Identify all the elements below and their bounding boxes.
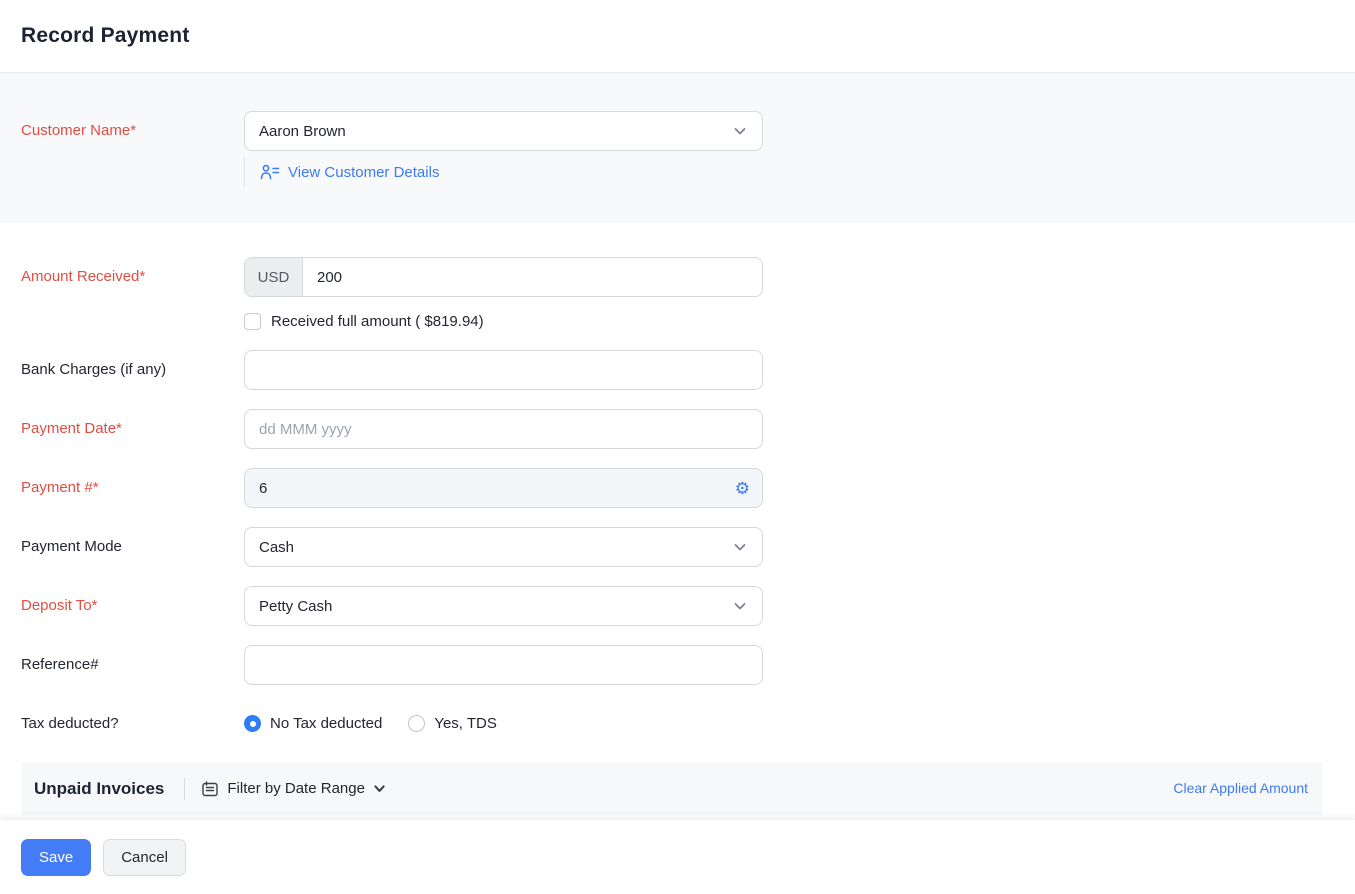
payment-mode-value: Cash [259, 538, 295, 556]
divider [184, 777, 186, 800]
unpaid-invoices-title: Unpaid Invoices [34, 778, 165, 798]
customer-name-value: Aaron Brown [259, 122, 346, 140]
footer-action-bar: Save Cancel [0, 820, 1355, 894]
deposit-to-select[interactable]: Petty Cash [244, 586, 763, 626]
customer-section: Customer Name* Aaron Brown View Customer… [0, 73, 1355, 223]
radio-no-tax-deducted[interactable]: No Tax deducted [244, 715, 382, 732]
view-customer-details-link[interactable]: View Customer Details [260, 164, 439, 181]
bank-charges-input[interactable] [244, 350, 763, 390]
radio-yes-tds[interactable]: Yes, TDS [408, 715, 497, 732]
payment-number-field: 6 ⚙ [244, 468, 763, 508]
chevron-down-icon [734, 603, 746, 610]
customer-name-label: Customer Name* [21, 122, 137, 139]
radio-selected-icon [244, 715, 261, 732]
reference-input[interactable] [244, 645, 763, 685]
clear-applied-amount-link[interactable]: Clear Applied Amount [1173, 780, 1308, 796]
cancel-button[interactable]: Cancel [103, 838, 186, 876]
received-full-amount-label: Received full amount ( $819.94) [271, 313, 484, 330]
payment-number-label: Payment #* [21, 479, 99, 496]
calendar-icon [202, 780, 219, 796]
chevron-down-icon [734, 128, 746, 135]
view-customer-details-label: View Customer Details [288, 163, 440, 181]
payment-form: Amount Received* USD Received full amoun… [0, 223, 1355, 732]
filter-by-date-range-button[interactable]: Filter by Date Range [201, 780, 386, 798]
payment-mode-select[interactable]: Cash [244, 527, 763, 567]
filter-by-date-range-label: Filter by Date Range [227, 780, 365, 797]
reference-label: Reference# [21, 656, 99, 673]
chevron-down-icon [734, 544, 746, 551]
unpaid-invoices-bar: Unpaid Invoices Filter by Date Range Cle… [22, 762, 1322, 815]
amount-received-label: Amount Received* [21, 268, 146, 285]
divider [244, 157, 245, 187]
deposit-to-value: Petty Cash [259, 597, 333, 615]
tax-deducted-label: Tax deducted? [21, 715, 119, 732]
payment-date-input[interactable] [244, 409, 763, 449]
payment-number-value: 6 [259, 479, 268, 497]
amount-received-group: USD [244, 257, 763, 297]
customer-details-icon [260, 164, 280, 180]
radio-yes-tds-label: Yes, TDS [434, 715, 497, 732]
page-title: Record Payment [21, 24, 190, 47]
radio-no-tax-label: No Tax deducted [270, 715, 383, 732]
radio-unselected-icon [408, 715, 426, 732]
bank-charges-label: Bank Charges (if any) [21, 361, 167, 378]
chevron-down-icon [374, 785, 385, 792]
customer-name-select[interactable]: Aaron Brown [244, 111, 763, 151]
save-button[interactable]: Save [21, 838, 92, 876]
received-full-amount-checkbox[interactable] [244, 313, 261, 330]
currency-prefix: USD [245, 258, 303, 296]
payment-mode-label: Payment Mode [21, 538, 122, 555]
page-header: Record Payment [0, 0, 1355, 73]
amount-received-input[interactable] [303, 258, 762, 296]
payment-date-label: Payment Date* [21, 420, 122, 437]
gear-icon[interactable]: ⚙ [735, 480, 750, 497]
deposit-to-label: Deposit To* [21, 597, 98, 614]
